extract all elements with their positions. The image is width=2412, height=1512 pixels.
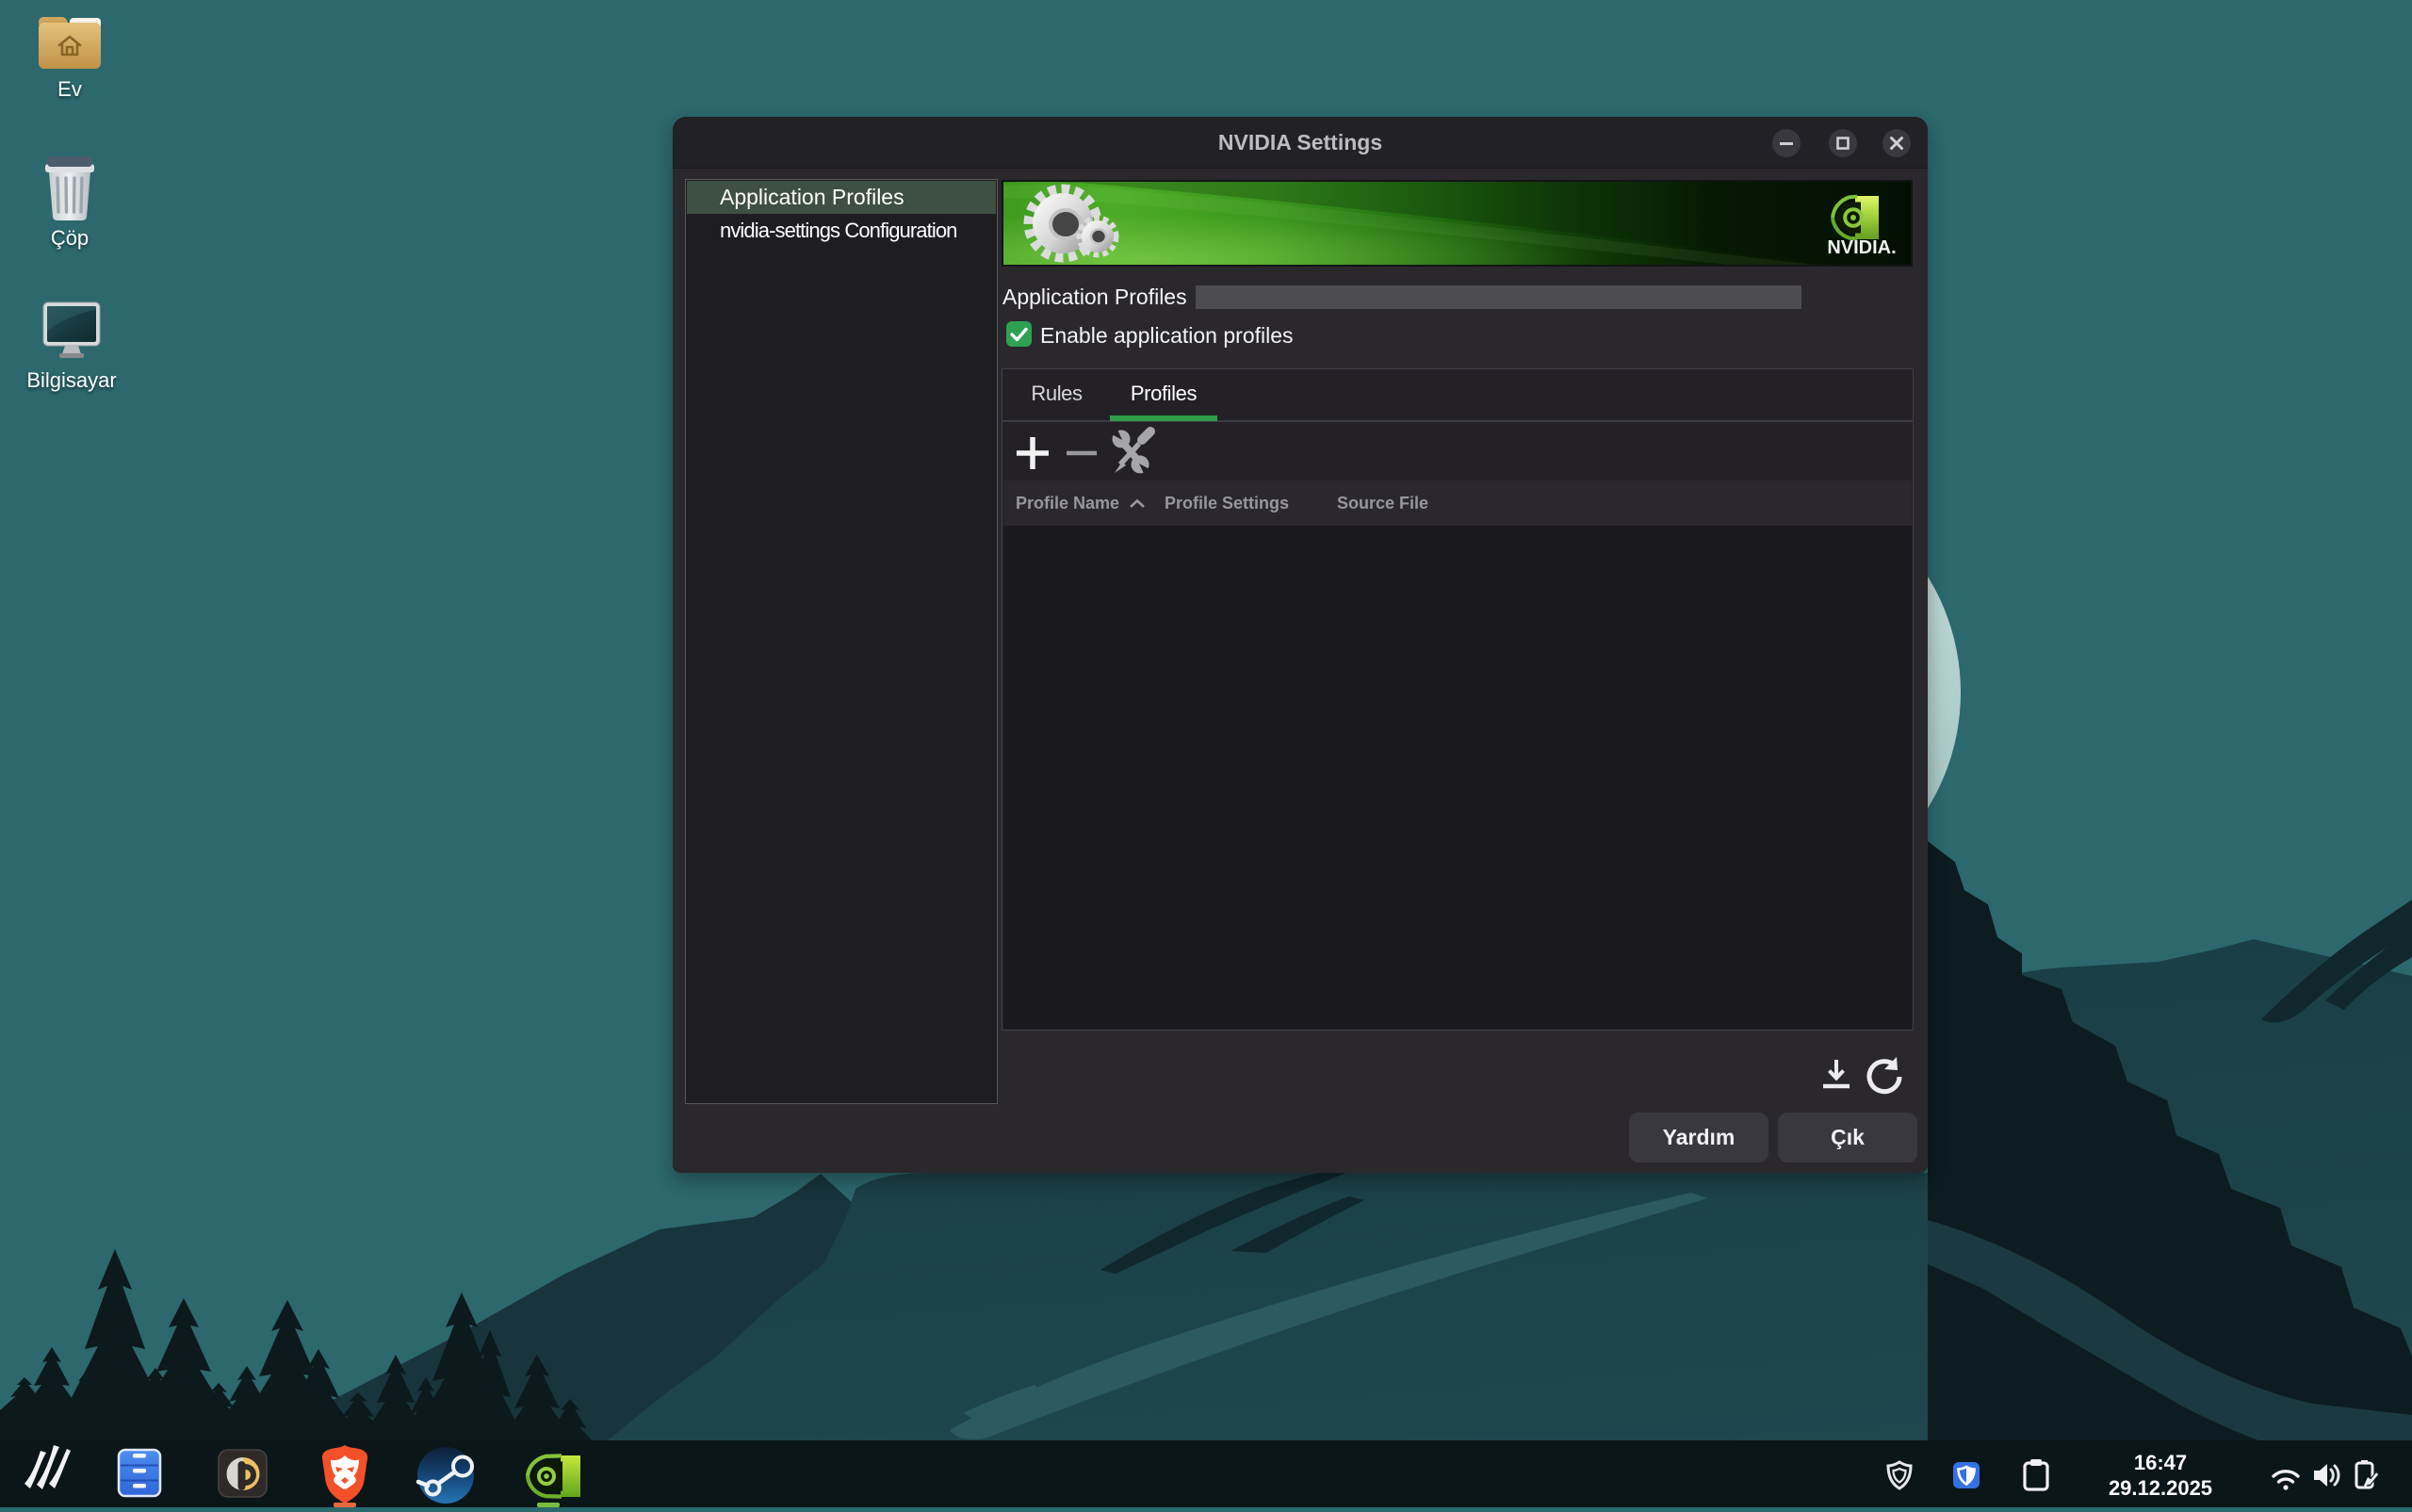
svg-text:NVIDIA.: NVIDIA. [1827, 237, 1896, 258]
